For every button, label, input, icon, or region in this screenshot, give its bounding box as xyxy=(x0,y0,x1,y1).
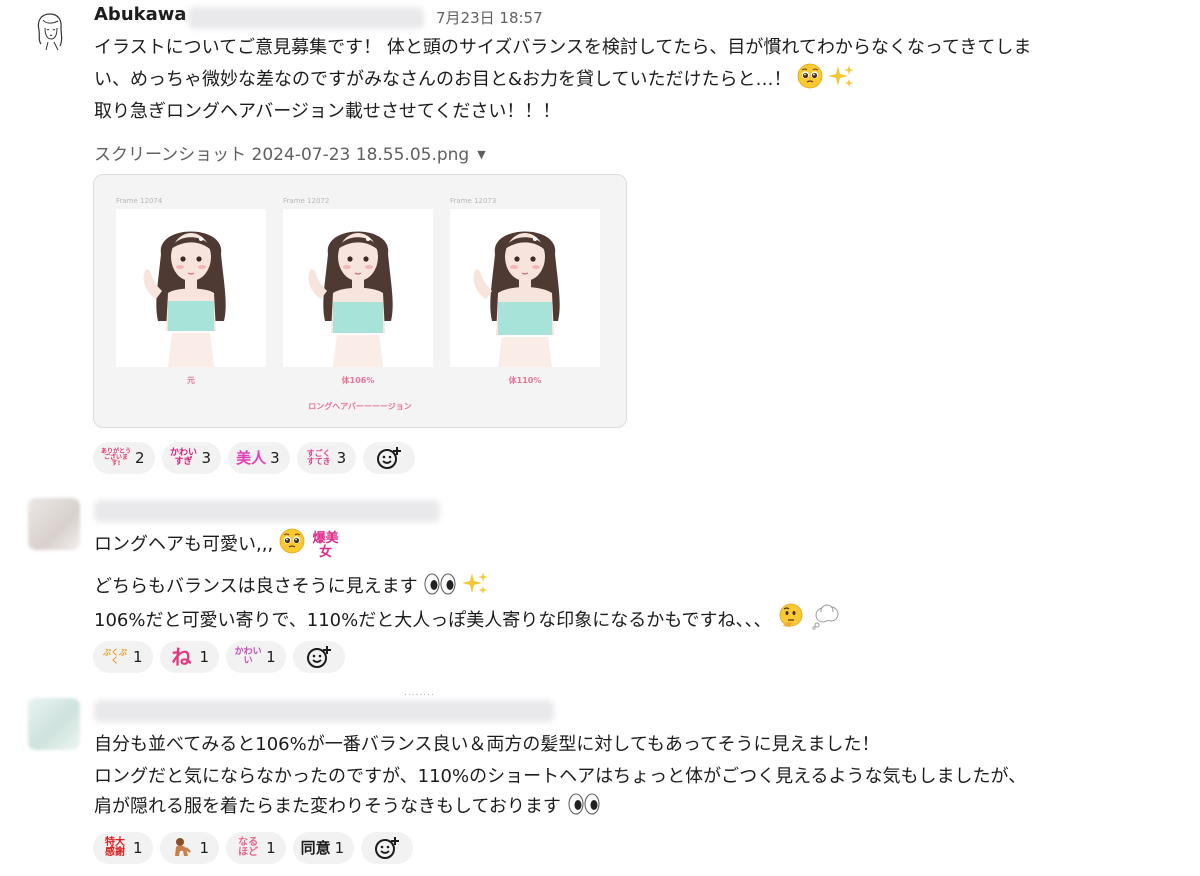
attachment-filename[interactable]: スクリーンショット 2024-07-23 18.55.05.png ▼ xyxy=(94,140,486,165)
avatar[interactable] xyxy=(28,498,80,550)
message-line: イラストについてご意見募集です！ 体と頭のサイズバランスを検討してたら、目が慣れ… xyxy=(94,37,1032,58)
frame-label: Frame 12074 xyxy=(116,197,163,205)
sparkles-emoji-icon xyxy=(462,570,489,606)
message-3: 自分も並べてみると106%が一番バランス良い＆両方の髪型に対してもあってそうに見… xyxy=(0,690,1200,876)
reaction-emoji: ね xyxy=(171,645,192,669)
reaction-pill[interactable]: 同意 1 xyxy=(292,832,355,864)
illustration-frame xyxy=(116,209,266,367)
illustration-frame xyxy=(450,209,600,367)
image-attachment[interactable]: Frame 12074 Frame 12072 Frame 12073 元 体1… xyxy=(93,174,627,428)
message-line-text: どちらもバランスは良さそうに見えます xyxy=(94,576,418,597)
thinking-face-emoji-icon xyxy=(777,602,805,640)
reaction-count: 1 xyxy=(199,839,210,857)
message-line: い、めっちゃ微妙な差なのですがみなさんのお目と&お力を貸していただけたらと…！ xyxy=(94,63,855,99)
message-line: ロングだと気にならなかったのですが、110%のショートヘアはちょっと体がごつく見… xyxy=(94,766,1027,787)
message-line-text: い、めっちゃ微妙な差なのですがみなさんのお目と&お力を貸していただけたらと…！ xyxy=(94,69,792,90)
reaction-count: 3 xyxy=(336,449,347,467)
reaction-pill[interactable]: かわいすぎ 3 xyxy=(161,442,222,474)
reaction-count: 1 xyxy=(133,839,143,857)
line-drawing-girl-avatar-icon xyxy=(37,13,63,51)
frame-caption: 元 xyxy=(187,376,195,385)
message-line: 自分も並べてみると106%が一番バランス良い＆両方の髪型に対してもあってそうに見… xyxy=(94,734,880,755)
reaction-count: 1 xyxy=(266,839,276,857)
reaction-bar: 特大感謝 1 1 なるほど 1 同意 1 xyxy=(93,832,414,864)
add-reaction-icon xyxy=(375,837,400,859)
frame-caption: 体106% xyxy=(341,376,375,385)
reaction-count: 1 xyxy=(133,648,143,666)
reaction-bar: ぷくぷく 1 ね 1 かわいい 1 xyxy=(93,641,345,673)
reaction-emoji: すごくすてき xyxy=(306,449,331,466)
reaction-emoji: 特大感謝 xyxy=(105,837,125,858)
reaction-pill[interactable]: 1 xyxy=(159,832,220,864)
bakubijo-stamp: 爆美女 xyxy=(312,531,339,560)
message-line: 肩が隠れる服を着たらまた変わりそうなきもしております xyxy=(94,792,601,826)
pleading-face-emoji-icon xyxy=(797,63,823,99)
reaction-pill[interactable]: ぷくぷく 1 xyxy=(93,641,153,673)
attachment-filename-text: スクリーンショット 2024-07-23 18.55.05.png xyxy=(94,145,470,165)
reaction-emoji: ぷくぷく xyxy=(103,648,127,665)
reaction-pill[interactable]: 美人 3 xyxy=(228,442,290,474)
message-line: ロングヘアも可愛い,,, 爆美女 xyxy=(94,528,341,564)
message-line: どちらもバランスは良さそうに見えます xyxy=(94,570,489,606)
redacted-author xyxy=(94,700,554,722)
reaction-count: 3 xyxy=(270,449,280,467)
message-line-text: 肩が隠れる服を着たらまた変わりそうなきもしております xyxy=(94,796,561,817)
author-name[interactable]: Abukawa xyxy=(94,4,187,25)
attachment-subcaption: ロングヘアバーーーージョン xyxy=(308,402,412,411)
avatar[interactable] xyxy=(28,698,80,750)
reaction-count: 1 xyxy=(199,648,210,666)
message-line-text: 106%だと可愛い寄りで、110%だと大人っぽ美人寄りな印象になるかもですね、、… xyxy=(94,610,772,631)
frame-caption: 体110% xyxy=(508,376,542,385)
reaction-pill[interactable]: 特大感謝 1 xyxy=(93,832,153,864)
reaction-emoji: かわいい xyxy=(234,647,262,666)
avatar[interactable] xyxy=(28,6,80,58)
frame-label: Frame 12073 xyxy=(450,197,497,205)
reaction-count: 1 xyxy=(266,648,276,666)
reaction-emoji: 美人 xyxy=(236,448,267,467)
reaction-pill[interactable]: ね 1 xyxy=(159,641,220,673)
reaction-pill[interactable]: ありがとうございます! 2 xyxy=(93,442,155,474)
pleading-face-emoji-icon xyxy=(279,528,305,564)
eyes-emoji-icon xyxy=(567,792,601,826)
message-line-text: ロングヘアも可愛い,,, xyxy=(94,534,279,555)
person-bowing-icon xyxy=(168,836,196,860)
add-reaction-icon xyxy=(306,646,331,668)
illustration-frame xyxy=(283,209,433,367)
reaction-emoji: ありがとうございます! xyxy=(101,448,132,467)
reaction-bar: ありがとうございます! 2 かわいすぎ 3 美人 3 すごくすてき 3 xyxy=(93,442,416,474)
reaction-count: 3 xyxy=(201,449,212,467)
message-2: ロングヘアも可愛い,,, 爆美女 どちらもバランスは良さそうに見えます 106%… xyxy=(0,490,1200,680)
chevron-down-icon[interactable]: ▼ xyxy=(477,148,485,161)
sparkles-emoji-icon xyxy=(827,63,855,99)
frame-label: Frame 12072 xyxy=(283,197,330,205)
reaction-count: 1 xyxy=(334,839,345,857)
reaction-pill[interactable]: かわいい 1 xyxy=(226,641,286,673)
eyes-emoji-icon xyxy=(423,572,457,606)
message-1: Abukawa 7月23日 18:57 イラストについてご意見募集です！ 体と頭… xyxy=(0,0,1200,480)
add-reaction-button[interactable] xyxy=(292,641,345,673)
redacted-author xyxy=(94,500,440,522)
thought-balloon-emoji-icon xyxy=(811,604,841,640)
reaction-pill[interactable]: すごくすてき 3 xyxy=(296,442,357,474)
add-reaction-button[interactable] xyxy=(363,442,416,474)
reaction-emoji: なるほど xyxy=(238,837,259,858)
girl-illustration xyxy=(308,231,393,367)
girl-illustration xyxy=(473,231,560,367)
message-timestamp[interactable]: 7月23日 18:57 xyxy=(436,7,543,28)
reaction-emoji: かわいすぎ xyxy=(170,448,198,467)
message-line: 取り急ぎロングヘアバージョン載せさせてください！！！ xyxy=(94,101,561,122)
girl-illustration xyxy=(143,231,226,367)
redacted-handle xyxy=(188,7,424,29)
add-reaction-button[interactable] xyxy=(361,832,414,864)
reaction-count: 2 xyxy=(135,449,145,467)
reaction-emoji: 同意 xyxy=(300,838,331,857)
message-line: 106%だと可愛い寄りで、110%だと大人っぽ美人寄りな印象になるかもですね、、… xyxy=(94,602,841,640)
add-reaction-icon xyxy=(377,447,402,469)
reaction-pill[interactable]: なるほど 1 xyxy=(226,832,286,864)
